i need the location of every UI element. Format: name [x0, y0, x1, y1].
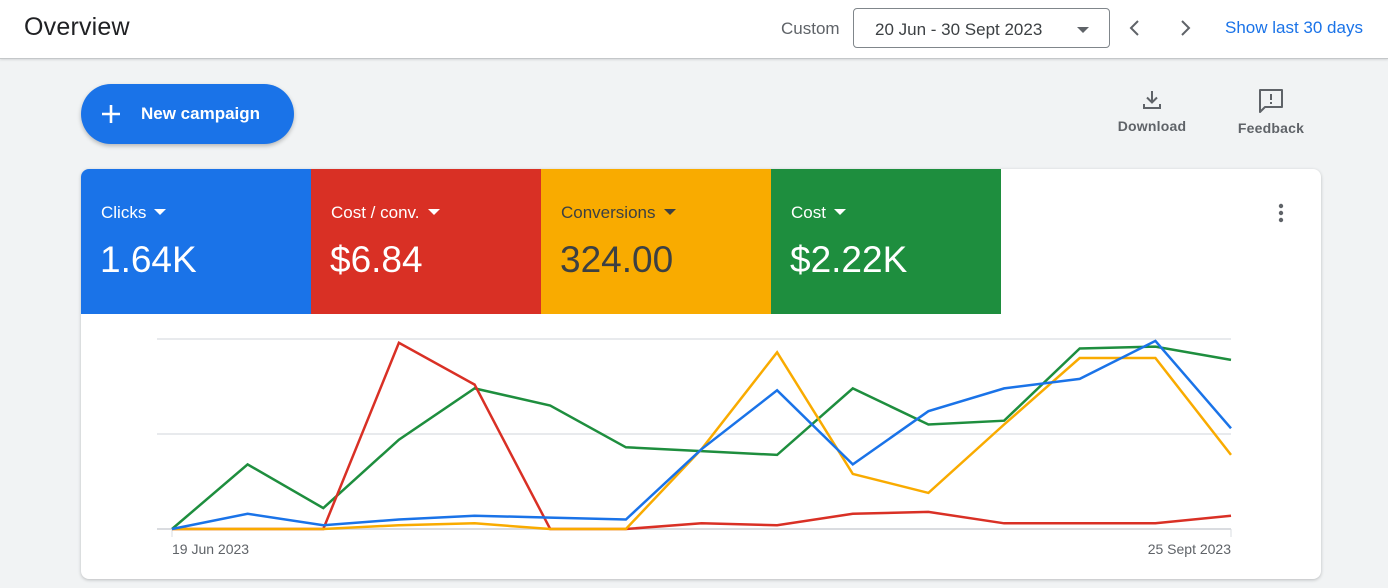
date-range-type-label: Custom — [781, 19, 840, 38]
next-period-button[interactable] — [1171, 14, 1199, 42]
performance-card: Clicks 1.64K Cost / conv. $6.84 Conversi… — [81, 169, 1321, 579]
feedback-label: Feedback — [1237, 120, 1305, 136]
x-tick-label-end: 25 Sept 2023 — [1148, 541, 1232, 557]
feedback-button[interactable]: Feedback — [1233, 88, 1309, 136]
show-last-30-days-link[interactable]: Show last 30 days — [1225, 18, 1363, 38]
feedback-icon — [1259, 89, 1283, 113]
x-tick-label-start: 19 Jun 2023 — [172, 541, 249, 557]
previous-period-button[interactable] — [1121, 14, 1149, 42]
new-campaign-button[interactable]: New campaign — [81, 84, 294, 144]
download-icon — [1143, 91, 1161, 109]
series-line-cost[interactable] — [171, 345, 1232, 530]
download-label: Download — [1117, 118, 1187, 134]
top-bar: Overview Custom 20 Jun - 30 Sept 2023 Sh… — [0, 0, 1388, 59]
chevron-left-icon — [1129, 20, 1139, 36]
date-range-value: 20 Jun - 30 Sept 2023 — [875, 20, 1043, 39]
performance-line-chart: 19 Jun 2023 25 Sept 2023 — [157, 338, 1232, 557]
caret-down-icon — [1077, 27, 1089, 33]
date-range-select[interactable]: 20 Jun - 30 Sept 2023 — [853, 8, 1110, 48]
page-title: Overview — [24, 13, 130, 41]
download-button[interactable]: Download — [1112, 88, 1192, 134]
new-campaign-label: New campaign — [141, 104, 261, 123]
plus-icon — [102, 105, 120, 123]
chevron-right-icon — [1181, 20, 1191, 36]
